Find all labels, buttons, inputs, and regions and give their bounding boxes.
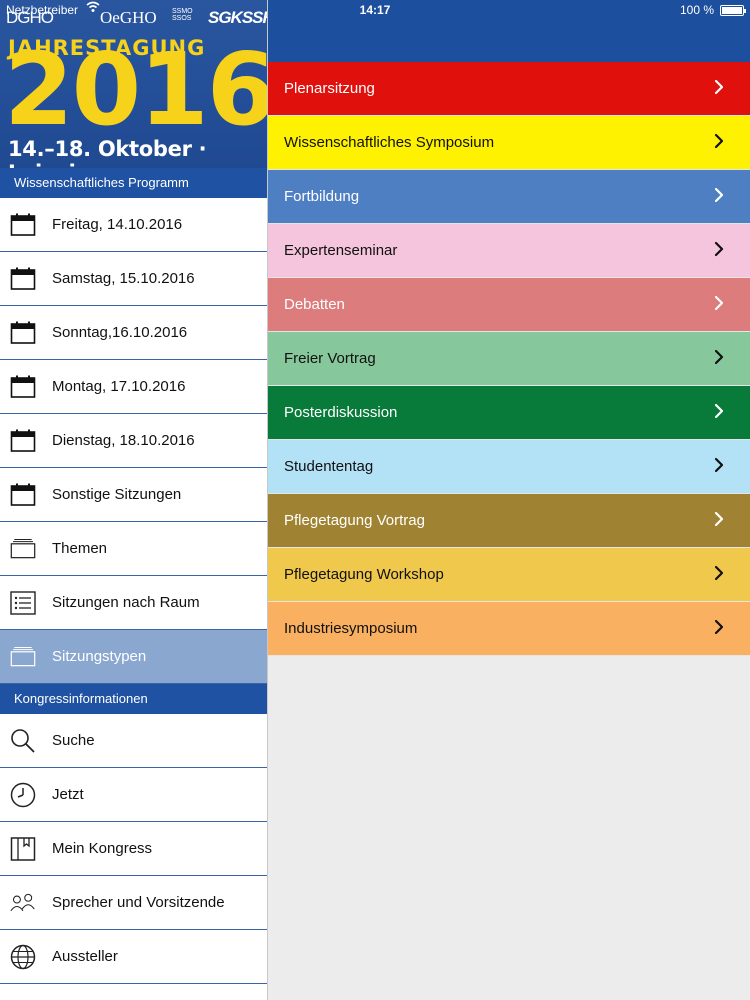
- section-header-info: Kongressinformationen: [0, 684, 267, 714]
- session-type-label: Posterdiskussion: [284, 404, 398, 421]
- session-types-list: Plenarsitzung Wissenschaftliches Symposiu…: [268, 62, 750, 656]
- sidebar-item-label: Samstag, 15.10.2016: [52, 270, 195, 287]
- session-type-label: Expertenseminar: [284, 242, 398, 259]
- list-icon: [10, 590, 36, 616]
- sidebar-item-sitzungstypen[interactable]: Sitzungstypen: [0, 630, 267, 684]
- sidebar-item-themen[interactable]: Themen: [0, 522, 267, 576]
- sidebar-item-label: Sitzungen nach Raum: [52, 594, 200, 611]
- stack-icon: [10, 644, 36, 670]
- banner-year: 2016: [4, 31, 267, 148]
- session-type-label: Freier Vortrag: [284, 350, 376, 367]
- chevron-right-icon: [710, 239, 728, 259]
- sidebar-item-aussteller[interactable]: Aussteller: [0, 930, 267, 984]
- session-type-label: Wissenschaftliches Symposium: [284, 134, 495, 151]
- sidebar-item-sitzungen-nach-raum[interactable]: Sitzungen nach Raum: [0, 576, 267, 630]
- chevron-right-icon: [710, 509, 728, 529]
- calendar-icon: [10, 320, 36, 346]
- chevron-right-icon: [710, 131, 728, 151]
- session-type-label: Pflegetagung Vortrag: [284, 512, 425, 529]
- session-type-studententag[interactable]: Studententag: [268, 440, 750, 494]
- sidebar-item-sonstige-sitzungen[interactable]: Sonstige Sitzungen: [0, 468, 267, 522]
- clock-icon: [10, 782, 36, 808]
- sidebar: DGHO OeGHO SSMO SSOS SGKSSH JAHRESTAGUNG…: [0, 0, 268, 1000]
- sidebar-item-dienstag-18-10-2016[interactable]: Dienstag, 18.10.2016: [0, 414, 267, 468]
- sidebar-item-label: Sitzungstypen: [52, 648, 147, 665]
- chevron-right-icon: [710, 401, 728, 421]
- session-types-panel: Plenarsitzung Wissenschaftliches Symposiu…: [268, 0, 750, 1000]
- chevron-right-icon: [710, 77, 728, 97]
- session-type-posterdiskussion[interactable]: Posterdiskussion: [268, 386, 750, 440]
- session-type-pflegetagung-workshop[interactable]: Pflegetagung Workshop: [268, 548, 750, 602]
- sidebar-item-sprecher-und-vorsitzende[interactable]: Sprecher und Vorsitzende: [0, 876, 267, 930]
- chevron-right-icon: [710, 455, 728, 475]
- session-type-label: Fortbildung: [284, 188, 360, 205]
- people-icon: [10, 890, 36, 916]
- session-type-expertenseminar[interactable]: Expertenseminar: [268, 224, 750, 278]
- calendar-icon: [10, 428, 36, 454]
- chevron-right-icon: [710, 293, 728, 313]
- section-header-program: Wissenschaftliches Programm: [0, 168, 267, 198]
- session-type-debatten[interactable]: Debatten: [268, 278, 750, 332]
- sidebar-item-label: Suche: [52, 732, 95, 749]
- sidebar-item-label: Sonntag,16.10.2016: [52, 324, 188, 341]
- battery-percent: 100 %: [679, 3, 714, 17]
- calendar-icon: [10, 374, 36, 400]
- calendar-icon: [10, 482, 36, 508]
- sidebar-item-label: Freitag, 14.10.2016: [52, 216, 183, 233]
- session-type-industriesymposium[interactable]: Industriesymposium: [268, 602, 750, 656]
- sidebar-item-label: Montag, 17.10.2016: [52, 378, 186, 395]
- sidebar-item-label: Sprecher und Vorsitzende: [52, 894, 225, 911]
- sidebar-item-samstag-15-10-2016[interactable]: Samstag, 15.10.2016: [0, 252, 267, 306]
- chevron-right-icon: [710, 617, 728, 637]
- session-type-plenarsitzung[interactable]: Plenarsitzung: [268, 62, 750, 116]
- chevron-right-icon: [710, 185, 728, 205]
- clock-time: 14:17: [359, 3, 391, 17]
- calendar-icon: [10, 212, 36, 238]
- info-list: Suche Jetzt Mein Kongress Sprecher und Vors…: [0, 714, 267, 984]
- session-type-label: Pflegetagung Workshop: [284, 566, 444, 583]
- banner-dates: 14.–18. Oktober · Leipzig: [8, 137, 207, 168]
- status-bar: Netzbetreiber 14:17 100 %: [0, 0, 750, 20]
- sidebar-item-montag-17-10-2016[interactable]: Montag, 17.10.2016: [0, 360, 267, 414]
- program-list: Freitag, 14.10.2016 Samstag, 15.10.2016 So…: [0, 198, 267, 684]
- sidebar-item-label: Aussteller: [52, 948, 118, 965]
- sidebar-item-mein-kongress[interactable]: Mein Kongress: [0, 822, 267, 876]
- session-type-label: Debatten: [284, 296, 345, 313]
- session-type-freier-vortrag[interactable]: Freier Vortrag: [268, 332, 750, 386]
- session-type-fortbildung[interactable]: Fortbildung: [268, 170, 750, 224]
- sidebar-item-suche[interactable]: Suche: [0, 714, 267, 768]
- stack-icon: [10, 536, 36, 562]
- session-type-wissenschaftliches-symposium[interactable]: Wissenschaftliches Symposium: [268, 116, 750, 170]
- sidebar-item-freitag-14-10-2016[interactable]: Freitag, 14.10.2016: [0, 198, 267, 252]
- globe-icon: [10, 944, 36, 970]
- sidebar-item-sonntag-16-10-2016[interactable]: Sonntag,16.10.2016: [0, 306, 267, 360]
- sidebar-item-label: Sonstige Sitzungen: [52, 486, 182, 503]
- sidebar-item-label: Jetzt: [52, 786, 84, 803]
- session-type-label: Industriesymposium: [284, 620, 418, 637]
- sidebar-item-label: Themen: [52, 540, 108, 557]
- chevron-right-icon: [710, 347, 728, 367]
- bookmark-book-icon: [10, 836, 36, 862]
- sidebar-item-jetzt[interactable]: Jetzt: [0, 768, 267, 822]
- calendar-icon: [10, 266, 36, 292]
- congress-banner: DGHO OeGHO SSMO SSOS SGKSSH JAHRESTAGUNG…: [0, 0, 267, 168]
- search-icon: [10, 728, 36, 754]
- session-type-pflegetagung-vortrag[interactable]: Pflegetagung Vortrag: [268, 494, 750, 548]
- battery-icon: [720, 5, 746, 16]
- chevron-right-icon: [710, 563, 728, 583]
- session-type-label: Plenarsitzung: [284, 80, 375, 97]
- sidebar-item-label: Mein Kongress: [52, 840, 153, 857]
- session-type-label: Studententag: [284, 458, 374, 475]
- sidebar-item-label: Dienstag, 18.10.2016: [52, 432, 195, 449]
